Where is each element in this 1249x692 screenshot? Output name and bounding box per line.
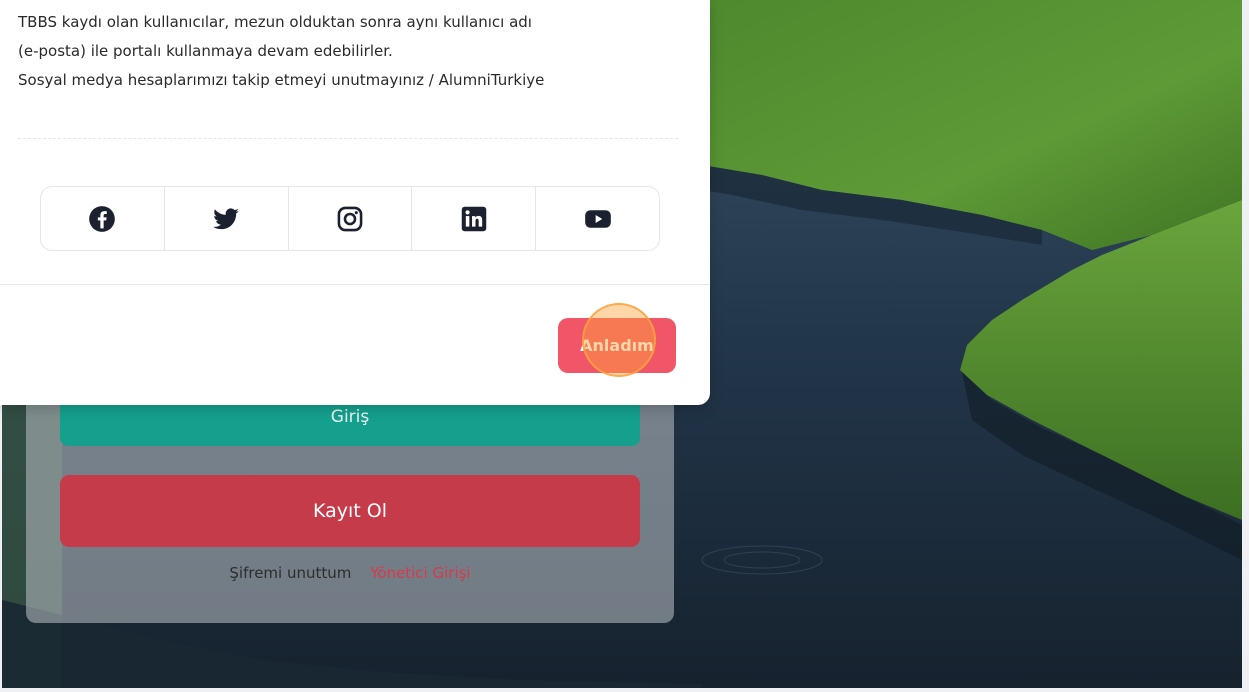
modal-line: Sosyal medya hesaplarımızı takip etmeyi … xyxy=(18,71,545,89)
login-links: Şifremi unuttum Yönetici Girişi xyxy=(26,564,674,582)
click-indicator xyxy=(582,303,656,377)
modal-line: TBBS kaydı olan kullanıcılar, mezun oldu… xyxy=(18,13,532,31)
forgot-password-link[interactable]: Şifremi unuttum xyxy=(229,564,351,582)
linkedin-icon xyxy=(461,206,487,231)
register-button[interactable]: Kayıt Ol xyxy=(60,475,640,547)
social-media-bar xyxy=(40,186,660,251)
instagram-link[interactable] xyxy=(289,187,413,250)
facebook-link[interactable] xyxy=(41,187,165,250)
info-modal: TBBS kaydı olan kullanıcılar, mezun oldu… xyxy=(0,0,710,405)
linkedin-link[interactable] xyxy=(412,187,537,250)
admin-login-link[interactable]: Yönetici Girişi xyxy=(370,564,470,582)
youtube-icon xyxy=(584,209,611,228)
modal-message: TBBS kaydı olan kullanıcılar, mezun oldu… xyxy=(18,8,698,95)
twitter-link[interactable] xyxy=(165,187,289,250)
dotted-divider xyxy=(18,138,678,139)
facebook-icon xyxy=(89,205,116,232)
youtube-link[interactable] xyxy=(536,187,659,250)
twitter-icon xyxy=(213,207,240,229)
modal-line: (e-posta) ile portalı kullanmaya devam e… xyxy=(18,42,393,60)
instagram-icon xyxy=(337,206,363,231)
modal-footer-divider xyxy=(0,284,710,285)
